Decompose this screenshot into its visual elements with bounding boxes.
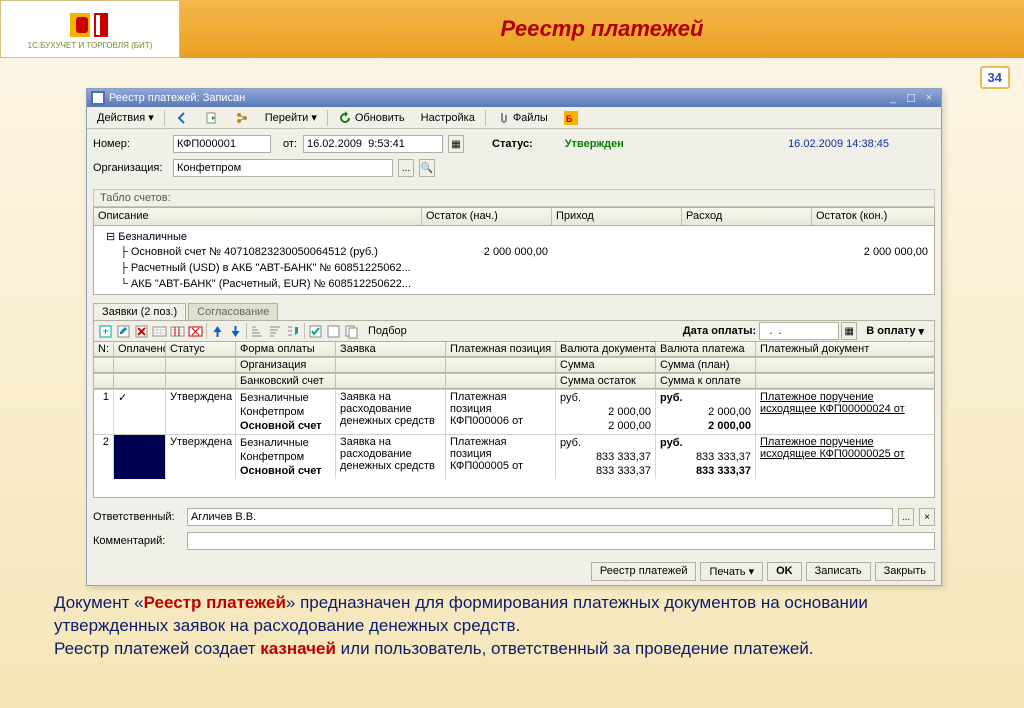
nav-next-button[interactable] <box>199 109 225 127</box>
col-out[interactable]: Расход <box>682 208 812 225</box>
refresh-icon <box>338 111 352 125</box>
check-all-icon[interactable] <box>308 324 323 339</box>
table-row[interactable]: 2 Утверждена БезналичныеКонфетпромОсновн… <box>94 434 934 479</box>
section-accounts: Табло счетов: <box>93 189 935 207</box>
refresh-button[interactable]: Обновить <box>332 109 411 127</box>
number-field[interactable] <box>173 135 271 153</box>
org-lookup-button[interactable]: 🔍 <box>419 159 435 177</box>
label-from: от: <box>277 138 297 150</box>
slide-description: Документ «Реестр платежей» предназначен … <box>54 592 974 661</box>
grid-icon4[interactable] <box>152 324 167 339</box>
footer-buttons: Реестр платежей Печать ▾ OK Записать Зак… <box>87 558 941 585</box>
resp-field[interactable] <box>187 508 893 526</box>
status-timestamp: 16.02.2009 14:38:45 <box>788 138 889 150</box>
col-start[interactable]: Остаток (нач.) <box>422 208 552 225</box>
pay-date-cal[interactable]: ▦ <box>841 322 857 340</box>
window-title: Реестр платежей: Записан <box>109 92 245 104</box>
grid-edit-icon[interactable] <box>116 324 131 339</box>
status-value: Утвержден <box>565 138 624 150</box>
grid-del-icon[interactable] <box>134 324 149 339</box>
nav-prev-button[interactable] <box>169 109 195 127</box>
filter-icon[interactable] <box>286 324 301 339</box>
requests-toolbar: Подбор Дата оплаты: ▦ В оплату ▾ <box>93 320 935 342</box>
app-window: Реестр платежей: Записан _ ☐ × Действия … <box>86 88 942 586</box>
to-payment-button[interactable]: В оплату ▾ <box>860 322 930 340</box>
actions-menu[interactable]: Действия ▾ <box>91 109 160 127</box>
accounts-grid: Описание Остаток (нач.) Приход Расход Ос… <box>93 207 935 295</box>
files-button[interactable]: Файлы <box>490 109 554 127</box>
main-toolbar: Действия ▾ Перейти ▾ Обновить Настройка … <box>87 107 941 129</box>
close-button[interactable]: × <box>921 91 937 105</box>
window-titlebar[interactable]: Реестр платежей: Записан _ ☐ × <box>87 89 941 107</box>
minimize-button[interactable]: _ <box>885 91 901 105</box>
requests-grid: N: Оплачено Статус Форма оплаты Заявка П… <box>93 342 935 498</box>
bit-icon: Б <box>564 111 578 125</box>
page-number: 34 <box>980 66 1010 89</box>
label-org: Организация: <box>93 162 167 174</box>
ok-button[interactable]: OK <box>767 562 802 581</box>
col-desc[interactable]: Описание <box>94 208 422 225</box>
org-picker-button[interactable]: ... <box>398 159 414 177</box>
slide-title: Реестр платежей <box>180 0 1024 58</box>
copy-icon[interactable] <box>344 324 359 339</box>
grid-icon6[interactable] <box>188 324 203 339</box>
grid-icon5[interactable] <box>170 324 185 339</box>
tree-button[interactable] <box>229 109 255 127</box>
save-button[interactable]: Записать <box>806 562 871 581</box>
company-logo-icon <box>66 9 114 41</box>
label-number: Номер: <box>93 138 167 150</box>
calendar-button[interactable]: ▦ <box>448 135 464 153</box>
logo-caption: 1С:БУХУЧЕТ И ТОРГОВЛЯ (БИТ) <box>28 41 153 50</box>
date-field[interactable] <box>303 135 443 153</box>
pay-date-field[interactable] <box>759 322 839 340</box>
print-button[interactable]: Печать ▾ <box>700 562 763 581</box>
col-in[interactable]: Приход <box>552 208 682 225</box>
comm-field[interactable] <box>187 532 935 550</box>
close-button[interactable]: Закрыть <box>875 562 935 581</box>
brand-button[interactable]: Б <box>558 109 584 127</box>
arrow-down-icon[interactable] <box>228 324 243 339</box>
arrow-left-icon <box>175 111 189 125</box>
grid-add-icon[interactable] <box>98 324 113 339</box>
tree-row[interactable]: └ АКБ "АВТ-БАНК" (Расчетный, EUR) № 6085… <box>94 276 934 292</box>
pick-button[interactable]: Подбор <box>362 322 413 340</box>
col-end[interactable]: Остаток (кон.) <box>812 208 934 225</box>
uncheck-all-icon[interactable] <box>326 324 341 339</box>
tree-row-root[interactable]: ⊟ Безналичные <box>94 228 934 244</box>
tree-row[interactable]: ├ Основной счет № 40710823230050064512 (… <box>94 244 934 260</box>
resp-picker[interactable]: ... <box>898 508 914 526</box>
maximize-button[interactable]: ☐ <box>903 91 919 105</box>
resp-clear[interactable]: × <box>919 508 935 526</box>
tab-requests[interactable]: Заявки (2 поз.) <box>93 303 186 320</box>
app-icon <box>91 91 105 105</box>
logo-box: 1С:БУХУЧЕТ И ТОРГОВЛЯ (БИТ) <box>0 0 180 58</box>
label-status: Статус: <box>492 138 533 150</box>
arrow-up-icon[interactable] <box>210 324 225 339</box>
table-row[interactable]: 1 ✓ Утверждена БезналичныеКонфетпромОсно… <box>94 389 934 434</box>
tree-icon <box>235 111 249 125</box>
label-resp: Ответственный: <box>93 511 181 523</box>
setup-button[interactable]: Настройка <box>415 109 481 127</box>
label-pay-date: Дата оплаты: <box>683 325 756 337</box>
goto-menu[interactable]: Перейти ▾ <box>259 109 323 127</box>
tree-row[interactable]: ├ Расчетный (USD) в АКБ "АВТ-БАНК" № 608… <box>94 260 934 276</box>
label-comm: Комментарий: <box>93 535 181 547</box>
tab-approval[interactable]: Согласование <box>188 303 278 320</box>
doc-nav-icon <box>205 111 219 125</box>
attach-icon <box>496 111 510 125</box>
sort-icon2[interactable] <box>268 324 283 339</box>
registry-button[interactable]: Реестр платежей <box>591 562 697 581</box>
org-field[interactable] <box>173 159 393 177</box>
sort-icon1[interactable] <box>250 324 265 339</box>
svg-text:Б: Б <box>566 114 573 124</box>
